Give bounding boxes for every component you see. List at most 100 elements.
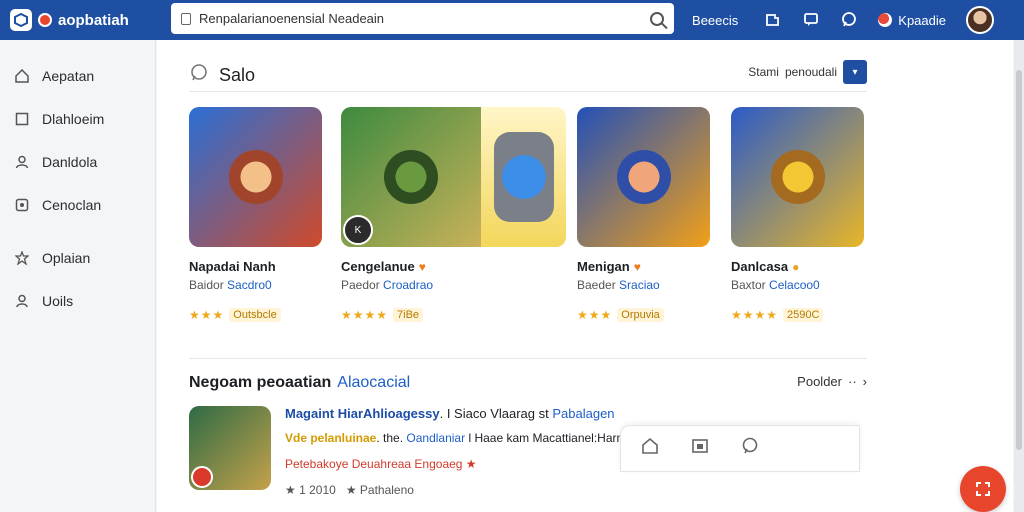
sort-value: penoudali — [784, 65, 837, 79]
card-sub-b[interactable]: Celacoo0 — [769, 278, 820, 292]
sidebar-item-label: Danldola — [42, 153, 98, 170]
news-meta: ★ 1 2010 ★ Pathaleno — [285, 483, 865, 497]
section2-link[interactable]: Alaocacial — [337, 374, 410, 392]
rating-badge: Outsbcle — [229, 308, 281, 322]
heart-icon: ♥ — [633, 259, 641, 274]
card-rating: ★★★★ 7iBe — [341, 308, 567, 322]
sidebar-item-3[interactable]: Danldola — [0, 140, 155, 183]
card-rating: ★★★ Outsbcle — [189, 308, 334, 322]
sidebar-item-label: Aepatan — [42, 67, 95, 84]
rating-badge: Orpuvia — [617, 308, 664, 322]
sidebar: Aepatan Dlahloeim Danldola Cenoclan Opla… — [0, 40, 156, 512]
card-rating: ★★★ Orpuvia — [577, 308, 722, 322]
news-headline-link[interactable]: Pabalagen — [552, 406, 614, 421]
sidebar-item-label: Oplaian — [42, 249, 91, 266]
brand-dot-icon — [38, 13, 52, 27]
section2-title: Negoam peoaatian — [189, 374, 332, 391]
search-bar[interactable] — [171, 3, 674, 34]
home-icon[interactable] — [641, 437, 659, 460]
chat-icon[interactable] — [840, 11, 858, 29]
search-icon[interactable] — [650, 11, 664, 26]
game-thumbnail[interactable] — [731, 107, 864, 247]
top-bar: aopbatiah Beeecis Kpaadie — [0, 0, 1024, 40]
card-subtitle: Paedor Croadrao — [341, 278, 567, 292]
card-sub-b[interactable]: Sacdro0 — [227, 278, 272, 292]
star-rating-icon: ★★★★ — [341, 308, 389, 322]
section-header: Salo Stami penoudali ▾ — [189, 60, 867, 92]
sidebar-item-2[interactable]: Dlahloeim — [0, 97, 155, 140]
sidebar-item-5[interactable]: Oplaian — [0, 236, 155, 279]
game-cards: Napadai Nanh Baidor Sacdro0 ★★★ Outsbcle… — [189, 107, 869, 337]
publisher-badge-icon: K — [343, 215, 373, 245]
user-name: Kpaadie — [898, 12, 946, 28]
search-input[interactable] — [199, 11, 650, 26]
sidebar-item-1[interactable]: Aepatan — [0, 54, 155, 97]
game-card[interactable]: K Cengelanue ♥ Paedor Croadrao ★★★★ 7iBe — [341, 107, 567, 322]
logo-icon — [10, 9, 32, 31]
more-dots-icon: ·· — [847, 374, 857, 389]
user-icon — [14, 154, 30, 170]
card-title-text: Menigan — [577, 259, 630, 274]
floating-action-button[interactable] — [960, 466, 1006, 512]
lock-icon — [181, 12, 191, 25]
sort-label: Stami — [748, 65, 779, 79]
sidebar-item-4[interactable]: Cenoclan — [0, 183, 155, 226]
puzzle-icon[interactable] — [764, 11, 782, 29]
game-card[interactable]: Napadai Nanh Baidor Sacdro0 ★★★ Outsbcle — [189, 107, 334, 322]
card-rating: ★★★★ 2590C — [731, 308, 876, 322]
news-meta-b: ★ Pathaleno — [345, 483, 414, 497]
sort-button[interactable]: ▾ — [843, 60, 867, 84]
game-thumbnail[interactable] — [577, 107, 710, 247]
person-icon — [14, 293, 30, 309]
game-card[interactable]: Danlcasa ● Baxtor Celacoo0 ★★★★ 2590C — [731, 107, 876, 322]
section-title: Salo — [219, 65, 256, 85]
flag-icon — [878, 13, 893, 27]
card-title: Cengelanue ♥ — [341, 259, 567, 274]
card-sub-b[interactable]: Croadrao — [383, 278, 433, 292]
sort-control[interactable]: Stami penoudali ▾ — [748, 60, 867, 84]
news-headline-rest: . I Siaco Vlaarag st — [439, 406, 549, 421]
chat-bubble-icon — [189, 63, 209, 88]
top-link[interactable]: Beeecis — [692, 13, 738, 28]
home-icon — [14, 68, 30, 84]
avatar[interactable] — [966, 6, 994, 34]
brand[interactable]: aopbatiah — [10, 9, 160, 31]
news-tag: Vde pelanluinae — [285, 431, 377, 445]
card-title-text: Napadai Nanh — [189, 259, 276, 274]
more-link[interactable]: Poolder ·· › — [797, 374, 867, 389]
game-thumbnail[interactable] — [189, 107, 322, 247]
card-title: Napadai Nanh — [189, 259, 334, 274]
star-rating-icon: ★★★ — [577, 308, 613, 322]
card-sub-a: Baidor — [189, 278, 224, 292]
gallery-icon[interactable] — [691, 437, 709, 460]
message-icon[interactable] — [802, 11, 820, 29]
square-icon — [14, 111, 30, 127]
chat-icon[interactable] — [741, 437, 759, 460]
news-headline-bold[interactable]: Magaint HiarAhlioagessy — [285, 406, 440, 421]
settings-icon — [14, 250, 30, 266]
card-title: Menigan ♥ — [577, 259, 722, 274]
game-thumbnail[interactable]: K — [341, 107, 481, 247]
main-content: Salo Stami penoudali ▾ Napadai Nanh Baid… — [157, 40, 1013, 512]
card-sub-a: Baeder — [577, 278, 616, 292]
brand-name: aopbatiah — [58, 11, 129, 29]
card-sub-a: Paedor — [341, 278, 380, 292]
news-headline: Magaint HiarAhlioagessy. I Siaco Vlaarag… — [285, 406, 865, 421]
more-label: Poolder — [797, 374, 842, 389]
badge-icon — [14, 197, 30, 213]
publisher-badge-icon — [191, 466, 213, 488]
card-sub-b[interactable]: Sraciao — [619, 278, 660, 292]
user-menu[interactable]: Kpaadie — [878, 13, 946, 28]
news-thumbnail[interactable] — [189, 406, 271, 490]
game-thumbnail-secondary[interactable] — [481, 107, 566, 247]
sidebar-item-label: Dlahloeim — [42, 110, 105, 127]
news-summary-link[interactable]: Oandlaniar — [406, 431, 465, 445]
scrollbar[interactable] — [1014, 40, 1024, 512]
section2-header: Negoam peoaatian Alaocacial Poolder ·· › — [189, 372, 867, 394]
card-subtitle: Baeder Sraciao — [577, 278, 722, 292]
game-card[interactable]: Menigan ♥ Baeder Sraciao ★★★ Orpuvia — [577, 107, 722, 322]
star-rating-icon: ★★★ — [189, 308, 225, 322]
sidebar-item-6[interactable]: Uoils — [0, 279, 155, 322]
chevron-right-icon: › — [862, 374, 867, 389]
scrollbar-thumb[interactable] — [1016, 70, 1022, 450]
